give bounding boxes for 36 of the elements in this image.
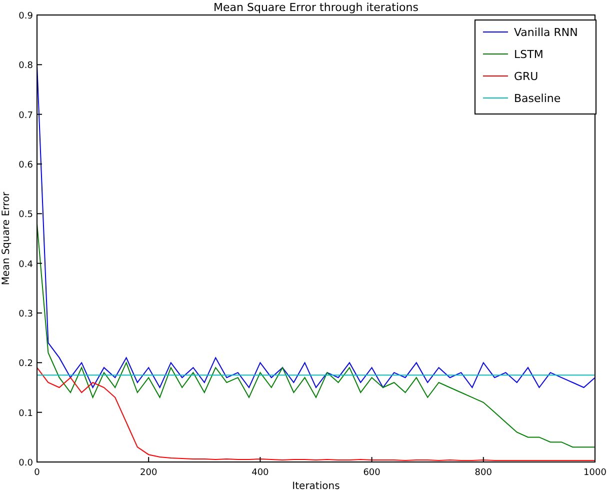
tick-label: 0.1: [18, 408, 33, 419]
tick-label: 0.3: [18, 310, 33, 320]
tick-mark: [371, 456, 372, 462]
tick-label: 0.8: [18, 61, 33, 72]
tick-mark: [36, 262, 42, 264]
legend-label: Baseline: [514, 92, 561, 105]
chart-title: Mean Square Error through iterations: [214, 1, 418, 14]
tick-mark: [36, 213, 42, 214]
tick-label: 600: [363, 468, 380, 478]
tick-label: 0.4: [18, 260, 33, 270]
tick-mark: [36, 312, 42, 314]
tick-label: 0.6: [18, 160, 33, 170]
tick-mark: [36, 14, 42, 16]
legend-label: LSTM: [514, 48, 544, 61]
tick-mark: [594, 456, 596, 462]
tick-label: 0.5: [18, 210, 33, 220]
tick-mark: [36, 412, 42, 413]
tick-label: 400: [252, 468, 269, 478]
tick-label: 0: [34, 468, 40, 478]
y-axis-label: Mean Square Error: [1, 192, 12, 286]
tick-mark: [36, 114, 42, 115]
tick-label: 1000: [584, 468, 606, 478]
tick-label: 0.7: [18, 110, 33, 121]
tick-label: 0.2: [18, 359, 33, 370]
tick-mark: [482, 456, 484, 462]
tick-mark: [148, 456, 150, 462]
tick-label: 0.9: [18, 12, 33, 22]
legend-label: Vanilla RNN: [514, 26, 578, 39]
tick-mark: [36, 64, 42, 66]
tick-mark: [260, 456, 261, 462]
tick-mark: [36, 362, 42, 364]
tick-label: 800: [474, 468, 492, 478]
legend-label: GRU: [514, 70, 538, 83]
x-axis-label: Iterations: [292, 481, 340, 490]
tick-label: 0.0: [18, 458, 33, 468]
tick-label: 200: [140, 468, 158, 478]
